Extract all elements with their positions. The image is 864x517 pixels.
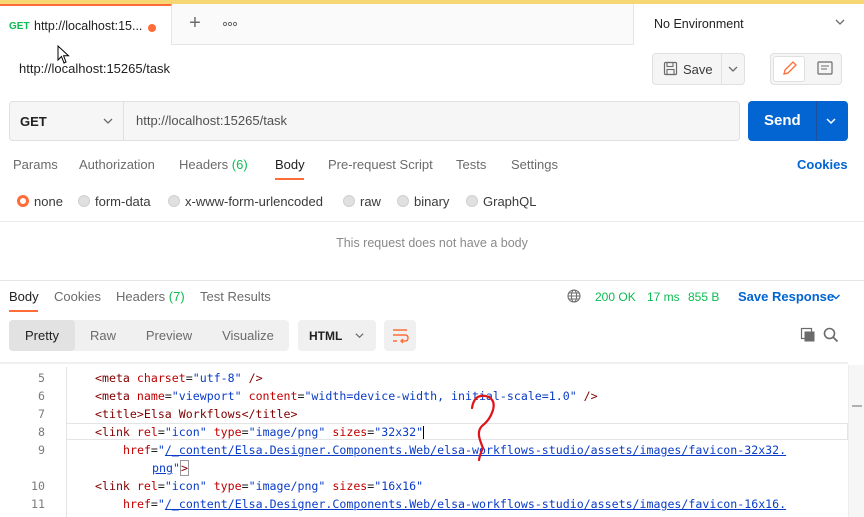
code-token: "icon" [164, 425, 207, 439]
code-token: sizes [332, 425, 368, 439]
code-token: "icon" [164, 479, 207, 493]
code-token: sizes [332, 479, 368, 493]
code-token: "32x32" [374, 425, 424, 439]
line-number: 5 [38, 371, 45, 385]
code-token: > [179, 460, 189, 476]
code-token: " [172, 461, 180, 475]
scrollbar[interactable] [848, 365, 864, 517]
line-number: 9 [38, 443, 45, 457]
code-token: content [248, 389, 298, 403]
code-token: "image/png" [248, 479, 326, 493]
line-number: 8 [38, 425, 45, 439]
code-line: <link rel="icon" type="image/png" sizes=… [95, 479, 423, 493]
code-link[interactable]: /_content/Elsa.Designer.Components.Web/e… [165, 497, 786, 511]
code-token: " [157, 497, 165, 511]
code-token: <meta [95, 389, 137, 403]
code-token: = [157, 425, 165, 439]
code-token: charset [136, 371, 186, 385]
code-link[interactable]: png [152, 461, 173, 475]
code-token: = [150, 497, 158, 511]
code-token: /> [576, 389, 598, 403]
code-editor[interactable]: 5 6 7 8 9 10 11 <meta charset="utf-8" />… [0, 0, 848, 517]
code-token: type [213, 479, 242, 493]
code-line: <meta charset="utf-8" /> [95, 371, 263, 385]
code-token: <link [95, 425, 137, 439]
code-token: "utf-8" [192, 371, 242, 385]
code-token: rel [136, 425, 158, 439]
code-token: = [241, 425, 249, 439]
code-token: = [185, 371, 193, 385]
code-line: <link rel="icon" type="image/png" sizes=… [95, 425, 425, 439]
code-line: <meta name="viewport" content="width=dev… [95, 389, 598, 403]
line-number: 7 [38, 407, 45, 421]
code-token: = [157, 479, 165, 493]
code-token: "width=device-width, initial-scale=1.0" [304, 389, 577, 403]
code-token: " [157, 443, 165, 457]
code-token: "16x16" [374, 479, 424, 493]
code-line: href="/_content/Elsa.Designer.Components… [123, 443, 786, 457]
line-number: 10 [31, 479, 45, 493]
code-line: href="/_content/Elsa.Designer.Components… [123, 497, 786, 511]
code-line: <title>Elsa Workflows</title> [95, 407, 298, 421]
annotation-question-mark [470, 394, 495, 462]
code-token: name [136, 389, 165, 403]
line-number: 11 [31, 497, 45, 511]
code-token: "image/png" [248, 425, 326, 439]
line-number: 6 [38, 389, 45, 403]
code-token: <meta [95, 371, 137, 385]
code-token: /> [241, 371, 263, 385]
code-token: = [150, 443, 158, 457]
code-token: href [123, 497, 151, 511]
code-token: type [213, 425, 242, 439]
code-token: rel [136, 479, 158, 493]
code-token: "viewport" [171, 389, 242, 403]
text-cursor [423, 426, 425, 439]
code-token: = [241, 479, 249, 493]
code-token: href [123, 443, 151, 457]
code-token: <link [95, 479, 137, 493]
scrollbar-marker [852, 405, 862, 407]
code-line: png"> [152, 460, 189, 476]
code-token: = [164, 389, 172, 403]
